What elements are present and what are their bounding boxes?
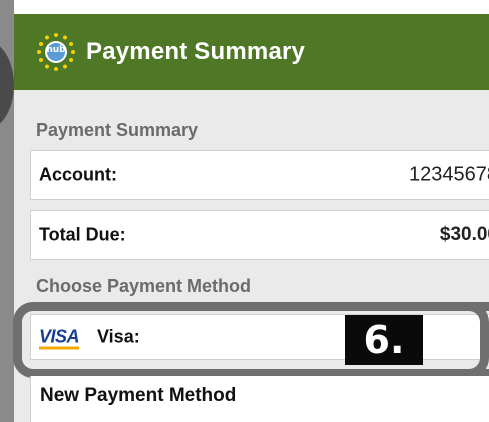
payment-method-section-label: Choose Payment Method [36,276,252,296]
page-title: Payment Summary [86,38,306,65]
hub-logo-icon: hub [36,32,76,72]
summary-section-label: Payment Summary [36,120,199,140]
app-header: hub Payment Summary [14,14,489,90]
step-number-badge: 6. [345,315,423,365]
step-highlight-ring-end [449,302,489,378]
total-due-value: $30.00 [439,224,489,245]
total-due-row: Total Due: $30.00 [30,210,489,260]
top-strip [14,0,489,14]
account-row: Account: 12345678 [30,150,489,200]
account-label: Account: [39,164,117,185]
screen: hub Payment Summary Payment Summary Acco… [0,0,489,422]
hub-logo-text: hub [46,45,66,55]
new-payment-method-label: New Payment Method [40,385,237,406]
account-value: 12345678 [409,163,489,186]
total-due-label: Total Due: [39,224,126,245]
